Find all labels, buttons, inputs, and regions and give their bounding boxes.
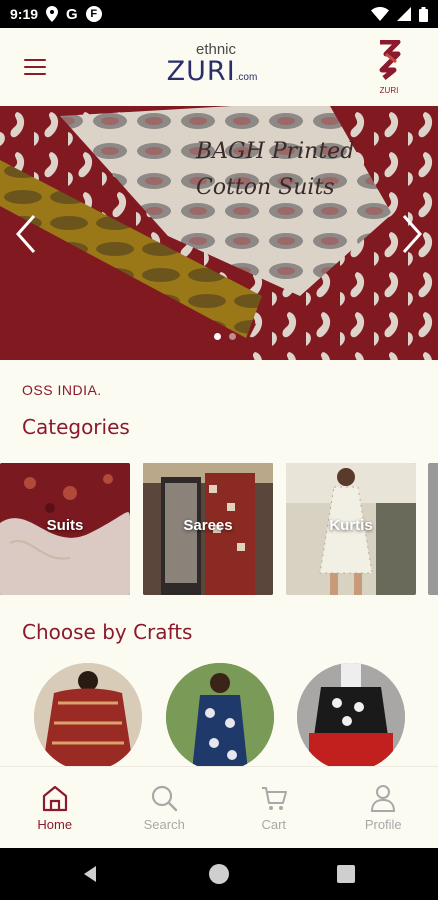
status-time: 9:19 <box>10 6 39 22</box>
category-card-sarees[interactable]: Sarees <box>143 463 273 595</box>
cart-icon <box>261 787 287 810</box>
bottom-navigation: Home Search Cart Profile <box>0 766 438 848</box>
pagination-dot-active[interactable] <box>214 333 221 340</box>
nav-home[interactable]: Home <box>0 767 110 848</box>
back-triangle-icon <box>84 866 96 882</box>
crafts-heading: Choose by Crafts <box>22 620 193 644</box>
logo-main-text: ZURI <box>166 56 236 87</box>
menu-icon-bar <box>24 66 46 68</box>
nav-profile-label: Profile <box>364 817 402 832</box>
category-card-partial[interactable] <box>428 463 438 595</box>
notification-icons: G F <box>46 6 102 23</box>
menu-icon-bar <box>24 73 46 75</box>
category-card-suits[interactable]: Suits <box>0 463 130 595</box>
promo-banner[interactable]: BAGH Printed Cotton Suits <box>0 106 438 360</box>
category-card-kurtis[interactable]: Kurtis <box>286 463 416 595</box>
categories-carousel[interactable]: Suits Sarees Kurtis <box>0 463 438 595</box>
banner-line-1: BAGH Printed <box>196 139 355 164</box>
nav-search-label: Search <box>143 817 185 832</box>
profile-icon <box>371 785 396 812</box>
logo-suffix: .com <box>235 72 258 83</box>
marquee-text: OSS INDIA. <box>22 382 102 398</box>
chevron-right-icon <box>402 215 423 253</box>
banner-prev-button[interactable] <box>12 214 40 254</box>
system-home-button[interactable] <box>209 864 229 884</box>
pagination-dot[interactable] <box>229 333 236 340</box>
brand-mark-text: ZURI <box>379 86 399 95</box>
banner-line-2: Cotton Suits <box>196 175 335 200</box>
ethnic-zuri-logo[interactable]: ethnic ZURI.com <box>152 42 272 94</box>
banner-headline: BAGH Printed Cotton Suits <box>196 134 354 206</box>
category-label: Suits <box>46 517 84 534</box>
chevron-left-icon <box>15 215 36 253</box>
crafts-carousel[interactable] <box>0 663 438 769</box>
app-header: ethnic ZURI.com ZURI <box>0 28 438 106</box>
f-app-icon: F <box>85 6 102 22</box>
nav-profile[interactable]: Profile <box>329 767 438 848</box>
menu-button[interactable] <box>22 56 48 78</box>
nav-search[interactable]: Search <box>110 767 220 848</box>
system-status-icons <box>371 6 428 22</box>
nav-cart-label: Cart <box>261 817 287 832</box>
craft-item-3[interactable] <box>297 663 405 769</box>
search-icon <box>152 785 178 812</box>
system-recents-button[interactable] <box>337 865 355 883</box>
location-icon <box>46 6 59 22</box>
status-bar: 9:19 G F <box>0 0 438 28</box>
categories-heading: Categories <box>22 415 130 439</box>
craft-image-2 <box>166 663 274 769</box>
nav-cart[interactable]: Cart <box>219 767 329 848</box>
wifi-icon <box>371 7 389 21</box>
craft-item-1[interactable] <box>34 663 142 769</box>
nav-home-label: Home <box>37 817 73 832</box>
category-label: Sarees <box>183 517 233 534</box>
cellular-icon <box>397 7 411 21</box>
brand-mark-icon: ZURI <box>372 39 406 95</box>
system-back-button[interactable] <box>80 864 100 884</box>
g-app-icon: G <box>66 5 78 23</box>
battery-icon <box>419 6 428 22</box>
craft-item-2[interactable] <box>166 663 274 769</box>
home-icon <box>42 785 67 812</box>
category-label: Kurtis <box>329 517 373 534</box>
craft-image-3 <box>297 663 405 769</box>
menu-icon-bar <box>24 59 46 61</box>
system-navigation-bar <box>0 848 438 900</box>
banner-pagination <box>214 333 236 340</box>
banner-next-button[interactable] <box>398 214 426 254</box>
craft-image-1 <box>34 663 142 769</box>
